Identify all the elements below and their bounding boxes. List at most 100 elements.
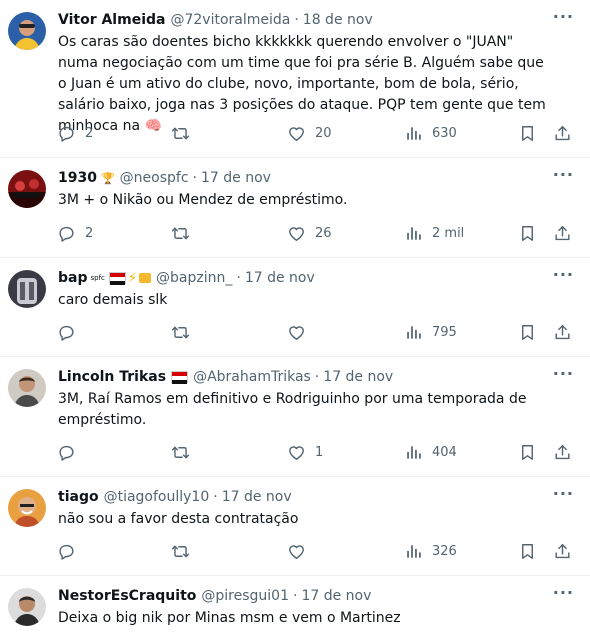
author-handle[interactable]: @piresgui01: [201, 588, 289, 604]
like-icon: [287, 443, 306, 462]
like-count: 20: [315, 126, 332, 141]
views-button[interactable]: 795: [404, 323, 457, 342]
tweet[interactable]: bap spfc ⚡ @bapzinn_ · 17 de nov ··· car…: [0, 258, 590, 357]
retweet-button[interactable]: [171, 224, 190, 243]
tweet-text: não sou a favor desta contratação: [58, 511, 299, 527]
like-button[interactable]: 20: [287, 124, 332, 143]
share-button[interactable]: [553, 124, 572, 143]
author-handle[interactable]: @bapzinn_: [156, 270, 232, 286]
like-button[interactable]: [287, 323, 306, 342]
more-icon[interactable]: ···: [553, 585, 574, 601]
author-handle[interactable]: @tiagofoully10: [104, 489, 210, 505]
like-button[interactable]: 26: [287, 224, 332, 243]
tweet-text: caro demais slk: [58, 292, 168, 308]
tweet-date[interactable]: 17 de nov: [301, 588, 371, 604]
reply-button[interactable]: [57, 443, 76, 462]
bookmark-icon: [518, 224, 537, 243]
like-count: 26: [315, 226, 332, 241]
retweet-button[interactable]: [171, 124, 190, 143]
reply-icon: [57, 542, 76, 561]
author-handle[interactable]: @72vitoralmeida: [170, 12, 290, 28]
more-icon[interactable]: ···: [553, 9, 574, 25]
tweet-date[interactable]: 17 de nov: [201, 170, 271, 186]
avatar[interactable]: [8, 170, 46, 208]
retweet-icon: [171, 224, 190, 243]
author-name[interactable]: bap: [58, 270, 88, 286]
avatar[interactable]: [8, 270, 46, 308]
tweet[interactable]: Lincoln Trikas @AbrahamTrikas · 17 de no…: [0, 357, 590, 477]
tweet-date[interactable]: 18 de nov: [303, 12, 373, 28]
more-icon[interactable]: ···: [553, 366, 574, 382]
action-bar: 1 404: [0, 432, 590, 476]
author-handle[interactable]: @AbrahamTrikas: [193, 369, 311, 385]
separator: ·: [314, 369, 320, 385]
separator: ·: [236, 270, 241, 286]
reply-count: 2: [85, 226, 94, 241]
flag-icon: [171, 371, 189, 384]
more-icon[interactable]: ···: [553, 267, 574, 283]
reply-button[interactable]: [57, 323, 76, 342]
avatar[interactable]: [8, 489, 46, 527]
flag-icon: [108, 272, 126, 285]
views-button[interactable]: 2 mil: [404, 224, 464, 243]
views-button[interactable]: 404: [404, 443, 457, 462]
tweet[interactable]: NestorEsCraquito @piresgui01 · 17 de nov…: [0, 576, 590, 632]
lightning-icon: ⚡: [127, 270, 138, 286]
views-icon: [404, 443, 423, 462]
action-bar: 795: [0, 312, 590, 356]
bookmark-button[interactable]: [518, 542, 537, 561]
like-icon: [287, 224, 306, 243]
share-button[interactable]: [553, 542, 572, 561]
share-icon: [553, 443, 572, 462]
views-button[interactable]: 630: [404, 124, 457, 143]
views-button[interactable]: 326: [404, 542, 457, 561]
reply-icon: [57, 443, 76, 462]
bookmark-button[interactable]: [518, 224, 537, 243]
author-name[interactable]: NestorEsCraquito: [58, 588, 196, 604]
author-name[interactable]: tiago: [58, 489, 99, 505]
more-icon[interactable]: ···: [553, 167, 574, 183]
bookmark-button[interactable]: [518, 443, 537, 462]
tweet-date[interactable]: 17 de nov: [222, 489, 292, 505]
retweet-button[interactable]: [171, 323, 190, 342]
tweet[interactable]: 1930 🏆 @neospfc · 17 de nov ··· 3M + o N…: [0, 158, 590, 258]
tweet-date[interactable]: 17 de nov: [323, 369, 393, 385]
share-icon: [553, 224, 572, 243]
reply-button[interactable]: 2: [57, 124, 93, 143]
author-name[interactable]: Lincoln Trikas: [58, 369, 166, 385]
bookmark-button[interactable]: [518, 323, 537, 342]
tweet[interactable]: Vitor Almeida @72vitoralmeida · 18 de no…: [0, 0, 590, 158]
retweet-button[interactable]: [171, 443, 190, 462]
separator: ·: [294, 12, 299, 28]
reply-icon: [57, 323, 76, 342]
view-count: 795: [432, 325, 457, 340]
view-count: 326: [432, 544, 457, 559]
like-button[interactable]: 1: [287, 443, 323, 462]
more-icon[interactable]: ···: [553, 486, 574, 502]
author-name[interactable]: Vitor Almeida: [58, 12, 165, 28]
retweet-button[interactable]: [171, 542, 190, 561]
avatar[interactable]: [8, 369, 46, 407]
share-button[interactable]: [553, 443, 572, 462]
share-button[interactable]: [553, 224, 572, 243]
reply-button[interactable]: 2: [57, 224, 93, 243]
like-button[interactable]: [287, 542, 306, 561]
action-bar: 2 20 630: [0, 113, 590, 157]
spfc-badge: spfc: [90, 274, 105, 282]
bookmark-icon: [518, 542, 537, 561]
tweet[interactable]: tiago @tiagofoully10 · 17 de nov ··· não…: [0, 477, 590, 576]
like-icon: [287, 124, 306, 143]
avatar[interactable]: [8, 588, 46, 626]
cheese-icon: [139, 273, 152, 283]
author-handle[interactable]: @neospfc: [120, 170, 189, 186]
tweet-date[interactable]: 17 de nov: [245, 270, 315, 286]
bookmark-icon: [518, 323, 537, 342]
retweet-icon: [171, 323, 190, 342]
avatar[interactable]: [8, 12, 46, 50]
bookmark-button[interactable]: [518, 124, 537, 143]
author-name[interactable]: 1930: [58, 170, 97, 186]
reply-button[interactable]: [57, 542, 76, 561]
reply-count: 2: [85, 126, 94, 141]
view-count: 630: [432, 126, 457, 141]
share-button[interactable]: [553, 323, 572, 342]
